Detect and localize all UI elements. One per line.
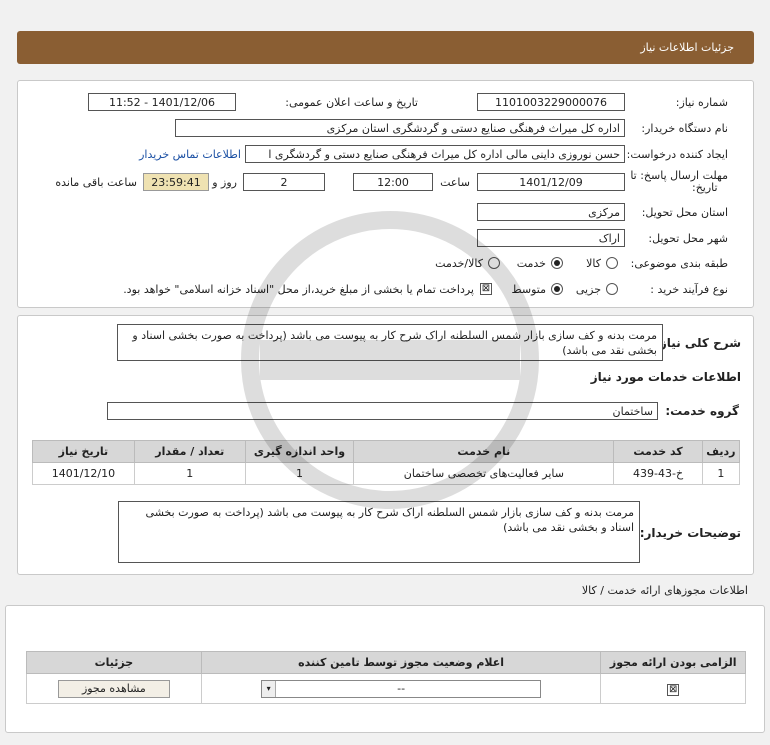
chevron-down-icon: ▾ [262,680,277,697]
services-heading: اطلاعات خدمات مورد نیاز [590,370,741,384]
province-label: استان محل تحویل: [641,206,728,219]
deadline-time-field: 12:00 [353,173,433,191]
col-permit-details: جزئیات [26,651,202,674]
days-label: روز و [212,176,237,189]
col-quantity: تعداد / مقدار [133,440,246,463]
buyer-contact-link[interactable]: اطلاعات تماس خریدار [139,148,241,161]
buyer-org-field: اداره کل میراث فرهنگی صنایع دستی و گردشگ… [175,119,625,137]
cell-permit-status: -- ▾ [200,673,602,704]
view-permit-button[interactable]: مشاهده مجوز [57,679,170,698]
category-goods-label: کالا [586,257,601,270]
header-bar: جزئیات اطلاعات نیاز [17,31,754,64]
services-table: ردیف کد خدمت نام خدمت واحد اندازه گیری ت… [32,440,741,485]
services-panel: شرح کلی نیاز: مرمت بدنه و کف سازی بازار … [17,315,754,575]
announce-field: 1401/12/06 - 11:52 [88,93,236,111]
permits-table: الزامی بودن ارائه مجوز اعلام وضعیت مجوز … [26,651,746,704]
province-field: مرکزی [477,203,625,221]
summary-text: مرمت بدنه و کف سازی بازار شمس السلطنه ار… [117,324,663,361]
buyer-org-label: نام دستگاه خریدار: [641,122,728,135]
table-row: 1 خ-43-439 سایر فعالیت‌های تخصصی ساختمان… [32,462,741,485]
col-row: ردیف [701,440,741,463]
page-title: جزئیات اطلاعات نیاز [640,41,734,54]
category-service-radio[interactable] [551,257,563,269]
services-table-header: ردیف کد خدمت نام خدمت واحد اندازه گیری ت… [32,440,741,463]
cell-permit-details: مشاهده مجوز [26,673,202,704]
cell-permit-required: ⊠ [600,673,746,704]
need-number-label: شماره نیاز: [675,96,728,109]
service-group-field: ساختمان [107,402,658,420]
remaining-time-field: 23:59:41 [143,173,209,191]
col-need-date: تاریخ نیاز [32,440,135,463]
process-minor-label: جزیی [575,283,601,296]
creator-field: حسن نوروزی داینی مالی اداره کل میراث فره… [245,145,625,163]
table-row: ⊠ -- ▾ مشاهده مجوز [26,673,746,704]
need-info-panel: شماره نیاز: 1101003229000076 تاریخ و ساع… [17,80,754,308]
permit-required-checkbox: ⊠ [667,683,680,696]
permits-table-header: الزامی بودن ارائه مجوز اعلام وضعیت مجوز … [26,651,746,674]
summary-label: شرح کلی نیاز: [655,336,741,350]
need-number-field: 1101003229000076 [477,93,625,111]
col-service-name: نام خدمت [353,440,615,463]
treasury-payment-checkbox[interactable]: ⊠ [480,283,492,295]
buyer-notes-text: مرمت بدنه و کف سازی بازار شمس السلطنه ار… [118,501,640,563]
remaining-label: ساعت باقی مانده [55,176,137,189]
treasury-payment-note: پرداخت تمام یا بخشی از مبلغ خرید،از محل … [123,283,474,296]
process-label: نوع فرآیند خرید : [650,283,728,296]
cell-quantity: 1 [133,462,246,485]
service-group-label: گروه خدمت: [665,404,739,418]
city-field: اراک [477,229,625,247]
category-goods-service-label: کالا/خدمت [435,257,483,270]
cell-need-date: 1401/12/10 [32,462,135,485]
cell-service-name: سایر فعالیت‌های تخصصی ساختمان [353,462,615,485]
col-unit: واحد اندازه گیری [244,440,355,463]
category-service-label: خدمت [516,257,546,270]
time-label: ساعت [440,176,470,189]
permits-heading: اطلاعات مجوزهای ارائه خدمت / کالا [581,584,748,597]
cell-service-code: خ-43-439 [613,462,703,485]
permit-status-select[interactable]: -- ▾ [261,679,542,698]
process-minor-radio[interactable] [606,283,618,295]
col-permit-status: اعلام وضعیت مجوز توسط تامین کننده [200,651,602,674]
process-medium-label: متوسط [511,283,546,296]
city-label: شهر محل تحویل: [648,232,728,245]
cell-unit: 1 [244,462,355,485]
buyer-notes-label: توضیحات خریدار: [639,526,741,540]
category-label: طبقه بندی موضوعی: [630,257,728,270]
cell-row: 1 [701,462,741,485]
category-goods-radio[interactable] [606,257,618,269]
category-goods-service-radio[interactable] [488,257,500,269]
deadline-date-label: تاریخ: [692,181,718,194]
col-permit-required: الزامی بودن ارائه مجوز [600,651,746,674]
announce-label: تاریخ و ساعت اعلان عمومی: [285,96,418,109]
permits-panel: الزامی بودن ارائه مجوز اعلام وضعیت مجوز … [5,605,765,733]
col-service-code: کد خدمت [613,440,703,463]
process-medium-radio[interactable] [551,283,563,295]
days-field: 2 [243,173,325,191]
page-background: جزئیات اطلاعات نیاز شماره نیاز: 11010032… [0,0,770,745]
permit-status-value: -- [397,681,406,695]
creator-label: ایجاد کننده درخواست: [626,148,728,161]
deadline-date-field: 1401/12/09 [477,173,625,191]
